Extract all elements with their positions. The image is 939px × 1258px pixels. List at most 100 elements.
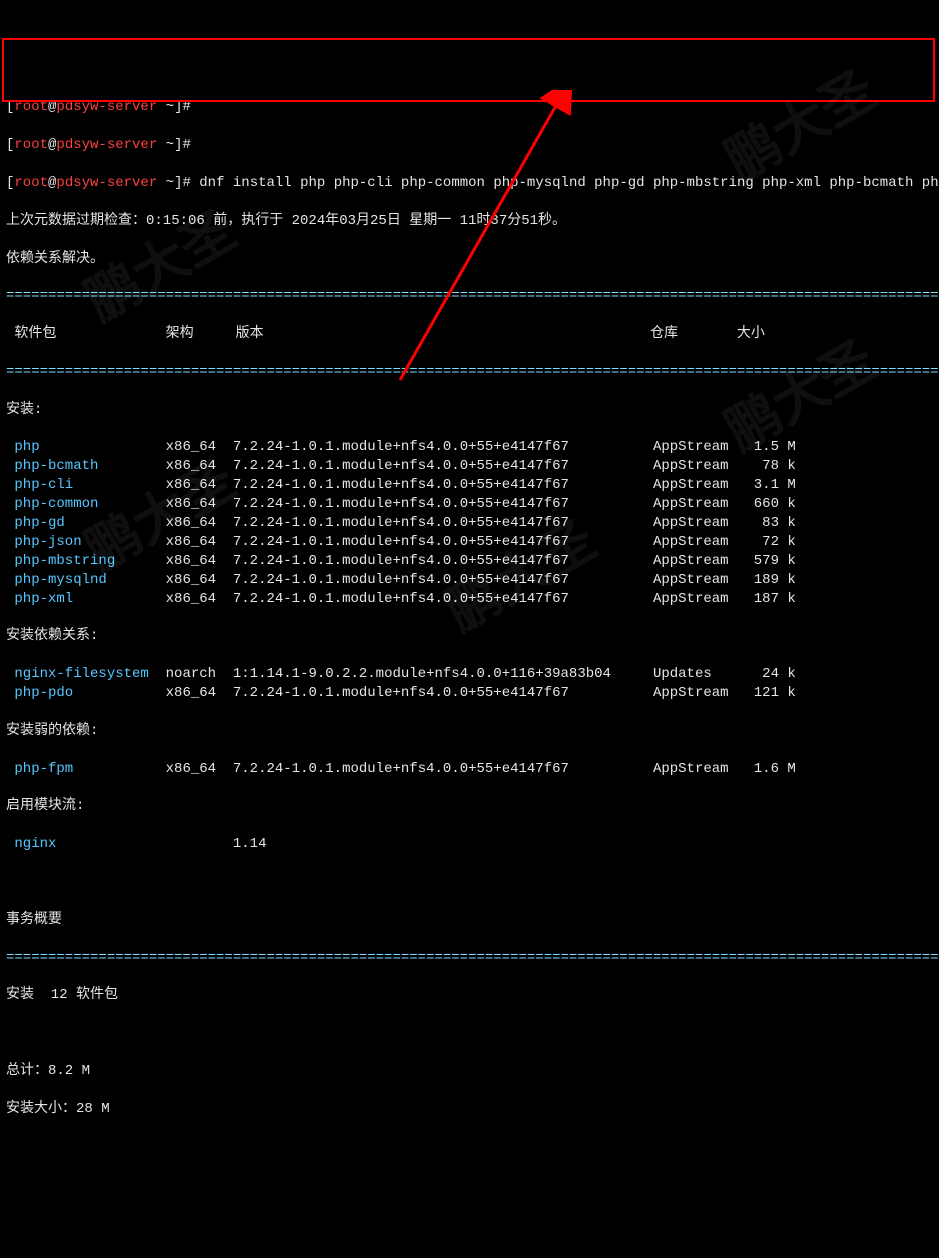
pkg-name: php-xml [6, 591, 166, 607]
pkg-arch: x86_64 [166, 685, 233, 701]
total-size: 总计：8.2 M [6, 1062, 933, 1081]
prompt-line-1: [root@pdsyw-server ~]# [6, 98, 933, 117]
pkg-arch: x86_64 [166, 534, 233, 550]
pkg-version: 7.2.24-1.0.1.module+nfs4.0.0+55+e4147f67 [233, 496, 653, 512]
pkg-size: 121 k [745, 685, 795, 701]
pkg-repo [653, 836, 745, 852]
header-package: 软件包 [6, 326, 56, 342]
pkg-version: 1.14 [233, 836, 653, 852]
pkg-repo: Updates [653, 666, 745, 682]
pkg-name: php-common [6, 496, 166, 512]
section-deps: 安装依赖关系: [6, 627, 933, 646]
section-weak: 安装弱的依赖: [6, 722, 933, 741]
pkg-name: php-mysqlnd [6, 572, 166, 588]
pkg-arch: x86_64 [166, 591, 233, 607]
pkg-arch: x86_64 [166, 572, 233, 588]
pkg-arch: x86_64 [166, 496, 233, 512]
pkg-size: 1.5 M [745, 439, 795, 455]
install-size: 安装大小：28 M [6, 1100, 933, 1119]
pkg-version: 7.2.24-1.0.1.module+nfs4.0.0+55+e4147f67 [233, 515, 653, 531]
pkg-size [745, 836, 795, 852]
pkg-size: 83 k [745, 515, 795, 531]
pkg-size: 189 k [745, 572, 795, 588]
install-package-list: php x86_64 7.2.24-1.0.1.module+nfs4.0.0+… [6, 438, 933, 608]
pkg-repo: AppStream [653, 496, 745, 512]
pkg-name: nginx [6, 836, 166, 852]
install-count: 安装 12 软件包 [6, 986, 933, 1005]
pkg-size: 72 k [745, 534, 795, 550]
pkg-arch [166, 836, 233, 852]
pkg-name: php-pdo [6, 685, 166, 701]
header-size: 大小 [737, 326, 765, 342]
table-row: php-mbstring x86_64 7.2.24-1.0.1.module+… [6, 552, 933, 571]
divider-top: ========================================… [6, 287, 933, 306]
prompt-line-2: [root@pdsyw-server ~]# [6, 136, 933, 155]
section-install: 安装: [6, 401, 933, 420]
pkg-arch: x86_64 [166, 477, 233, 493]
pkg-arch: x86_64 [166, 458, 233, 474]
meta-line: 上次元数据过期检查：0:15:06 前，执行于 2024年03月25日 星期一 … [6, 212, 933, 231]
pkg-version: 7.2.24-1.0.1.module+nfs4.0.0+55+e4147f67 [233, 591, 653, 607]
table-row: php-xml x86_64 7.2.24-1.0.1.module+nfs4.… [6, 590, 933, 609]
header-repo: 仓库 [650, 326, 678, 342]
pkg-repo: AppStream [653, 477, 745, 493]
pkg-version: 7.2.24-1.0.1.module+nfs4.0.0+55+e4147f67 [233, 685, 653, 701]
arrow-annotation [290, 90, 590, 390]
resolve-line: 依赖关系解决。 [6, 250, 933, 269]
table-row: php-pdo x86_64 7.2.24-1.0.1.module+nfs4.… [6, 684, 933, 703]
pkg-repo: AppStream [653, 439, 745, 455]
pkg-name: php-gd [6, 515, 166, 531]
pkg-arch: x86_64 [166, 439, 233, 455]
header-version: 版本 [236, 326, 264, 342]
pkg-size: 24 k [745, 666, 795, 682]
pkg-arch: noarch [166, 666, 233, 682]
prompt-user: root [14, 99, 48, 115]
pkg-repo: AppStream [653, 591, 745, 607]
pkg-size: 78 k [745, 458, 795, 474]
pkg-version: 7.2.24-1.0.1.module+nfs4.0.0+55+e4147f67 [233, 761, 653, 777]
divider-summary: ========================================… [6, 949, 933, 968]
pkg-name: php-mbstring [6, 553, 166, 569]
pkg-size: 1.6 M [745, 761, 795, 777]
highlight-box [2, 38, 935, 102]
header-arch: 架构 [166, 326, 194, 342]
divider-header: ========================================… [6, 363, 933, 382]
pkg-arch: x86_64 [166, 761, 233, 777]
pkg-size: 3.1 M [745, 477, 795, 493]
pkg-arch: x86_64 [166, 515, 233, 531]
pkg-version: 7.2.24-1.0.1.module+nfs4.0.0+55+e4147f67 [233, 477, 653, 493]
table-row: php-bcmath x86_64 7.2.24-1.0.1.module+nf… [6, 457, 933, 476]
pkg-version: 7.2.24-1.0.1.module+nfs4.0.0+55+e4147f67 [233, 572, 653, 588]
table-row: nginx 1.14 [6, 835, 933, 854]
section-modules: 启用模块流: [6, 797, 933, 816]
table-row: nginx-filesystem noarch 1:1.14.1-9.0.2.2… [6, 665, 933, 684]
pkg-repo: AppStream [653, 534, 745, 550]
table-row: php-common x86_64 7.2.24-1.0.1.module+nf… [6, 495, 933, 514]
pkg-version: 7.2.24-1.0.1.module+nfs4.0.0+55+e4147f67 [233, 534, 653, 550]
pkg-name: php-cli [6, 477, 166, 493]
pkg-name: php-fpm [6, 761, 166, 777]
pkg-repo: AppStream [653, 572, 745, 588]
section-summary: 事务概要 [6, 911, 933, 930]
pkg-size: 579 k [745, 553, 795, 569]
dep-package-list: nginx-filesystem noarch 1:1.14.1-9.0.2.2… [6, 665, 933, 703]
pkg-repo: AppStream [653, 515, 745, 531]
module-list: nginx 1.14 [6, 835, 933, 854]
pkg-name: php [6, 439, 166, 455]
blank-line-2 [6, 1024, 933, 1043]
pkg-arch: x86_64 [166, 553, 233, 569]
command-line: [root@pdsyw-server ~]# dnf install php p… [6, 174, 933, 193]
blank-line [6, 873, 933, 892]
table-row: php-cli x86_64 7.2.24-1.0.1.module+nfs4.… [6, 476, 933, 495]
pkg-repo: AppStream [653, 761, 745, 777]
pkg-repo: AppStream [653, 685, 745, 701]
table-row: php-mysqlnd x86_64 7.2.24-1.0.1.module+n… [6, 571, 933, 590]
dnf-command: dnf install php php-cli php-common php-m… [199, 175, 939, 191]
pkg-name: php-json [6, 534, 166, 550]
table-row: php-fpm x86_64 7.2.24-1.0.1.module+nfs4.… [6, 760, 933, 779]
pkg-version: 7.2.24-1.0.1.module+nfs4.0.0+55+e4147f67 [233, 553, 653, 569]
pkg-size: 187 k [745, 591, 795, 607]
header-row: 软件包 架构 版本 仓库 大小 [6, 325, 933, 344]
pkg-version: 7.2.24-1.0.1.module+nfs4.0.0+55+e4147f67 [233, 439, 653, 455]
pkg-name: php-bcmath [6, 458, 166, 474]
